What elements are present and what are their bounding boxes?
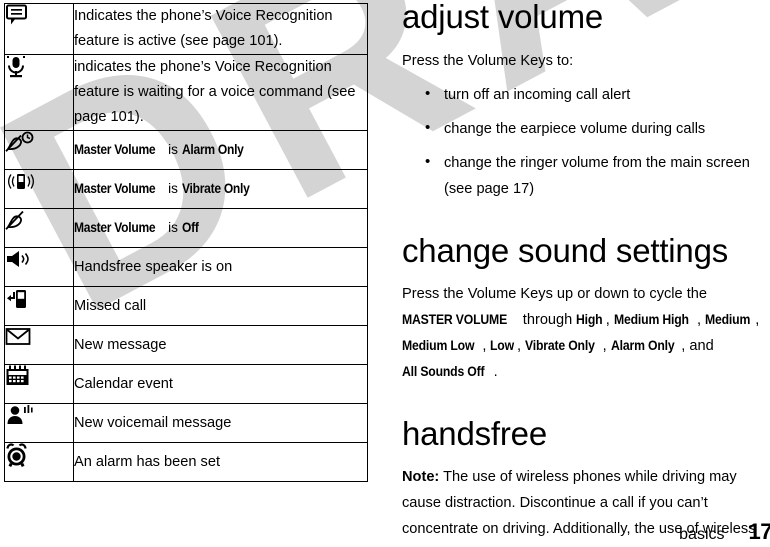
voicemail-icon [5, 404, 35, 430]
icon-table: Indicates the phone’s Voice Recognition … [4, 3, 368, 482]
table-row: Master Volume is Off [4, 208, 368, 248]
volume-value: High [576, 312, 603, 327]
paragraph-mid: through [518, 312, 577, 328]
icon-cell [4, 208, 74, 248]
icon-description: indicates the phone’s Voice Recognition … [73, 54, 368, 131]
paragraph-and: and [685, 338, 714, 354]
setting-label: Master Volume [74, 142, 156, 157]
setting-label: Master Volume [74, 181, 156, 196]
list-item: change the earpiece volume during calls [425, 115, 770, 142]
table-row: Master Volume is Vibrate Only [4, 169, 368, 209]
table-row: Master Volume is Alarm Only [4, 130, 368, 170]
icon-description: Master Volume is Off [73, 208, 368, 248]
footer-page-number: 17 [748, 519, 770, 544]
alarm-clock-icon [5, 443, 35, 469]
icon-description: Calendar event [73, 364, 368, 404]
change-sound-settings-paragraph: Press the Volume Keys up or down to cycl… [402, 281, 770, 385]
table-row: Missed call [4, 286, 368, 326]
table-row: An alarm has been set [4, 442, 368, 482]
icon-cell [4, 169, 74, 209]
setting-value: Vibrate Only [181, 181, 250, 196]
volume-value: Medium Low [402, 338, 475, 353]
icon-description: Master Volume is Alarm Only [73, 130, 368, 170]
adjust-volume-bullet-list: turn off an incoming call alert change t… [402, 81, 770, 202]
paragraph-end: . [493, 364, 498, 380]
master-volume-term: MASTER VOLUME [402, 312, 508, 327]
icon-description: New voicemail message [73, 403, 368, 443]
icon-description: New message [73, 325, 368, 365]
icon-cell [4, 286, 74, 326]
page-title-adjust-volume: adjust volume [402, 0, 604, 35]
microphone-icon [5, 55, 35, 81]
setting-mid: is [164, 181, 182, 196]
footer-section-name: basics [679, 526, 725, 543]
setting-mid: is [164, 220, 182, 235]
envelope-icon [5, 326, 35, 352]
speech-bubble-icon [5, 4, 35, 30]
table-row: Handsfree speaker is on [4, 247, 368, 287]
table-row: Calendar event [4, 364, 368, 404]
page-title-handsfree: handsfree [402, 415, 547, 452]
list-item: change the ringer volume from the main s… [425, 149, 770, 202]
list-item: turn off an incoming call alert [425, 81, 770, 108]
volume-value: Low [490, 338, 515, 353]
icon-description: Master Volume is Vibrate Only [73, 169, 368, 209]
icon-cell [4, 364, 74, 404]
volume-value: Medium High [613, 312, 689, 327]
icon-description: Indicates the phone’s Voice Recognition … [73, 3, 368, 55]
icon-cell [4, 247, 74, 287]
status-icon-table: Indicates the phone’s Voice Recognition … [4, 3, 368, 482]
table-row: indicates the phone’s Voice Recognition … [4, 54, 368, 131]
table-row: New message [4, 325, 368, 365]
vibrate-only-icon [5, 170, 35, 196]
setting-mid: is [164, 142, 182, 157]
calendar-icon [5, 365, 35, 391]
speaker-icon [5, 248, 35, 274]
alarm-only-bell-icon [5, 131, 35, 157]
volume-value: Vibrate Only [525, 338, 595, 353]
icon-cell [4, 130, 74, 170]
bell-off-icon [5, 209, 35, 235]
icon-cell [4, 403, 74, 443]
setting-label: Master Volume [74, 220, 156, 235]
article-column: adjust volume Press the Volume Keys to: … [402, 0, 770, 542]
note-label: Note: [402, 469, 440, 485]
page-title-change-sound-settings: change sound settings [402, 232, 729, 269]
icon-description: Handsfree speaker is on [73, 247, 368, 287]
icon-description: Missed call [73, 286, 368, 326]
table-row: Indicates the phone’s Voice Recognition … [4, 3, 368, 55]
setting-value: Off [181, 220, 199, 235]
page-footer: basics 17 [679, 519, 770, 545]
adjust-volume-intro: Press the Volume Keys to: [402, 53, 574, 69]
icon-cell [4, 442, 74, 482]
paragraph-lead: Press the Volume Keys up or down to cycl… [402, 286, 708, 302]
icon-cell [4, 325, 74, 365]
setting-value: Alarm Only [181, 142, 244, 157]
icon-cell [4, 54, 74, 131]
icon-cell [4, 3, 74, 55]
volume-value: All Sounds Off [402, 364, 485, 379]
volume-value: Medium [705, 312, 751, 327]
table-row: New voicemail message [4, 403, 368, 443]
icon-description: An alarm has been set [73, 442, 368, 482]
manual-page: DRAFT [0, 0, 770, 547]
missed-call-icon [5, 287, 35, 313]
volume-value: Alarm Only [610, 338, 675, 353]
